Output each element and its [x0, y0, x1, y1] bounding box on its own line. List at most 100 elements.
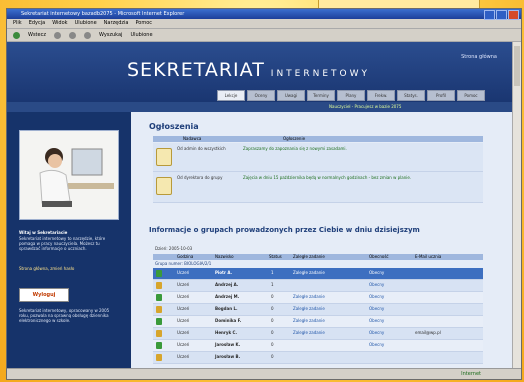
- student-presence: Obecny: [369, 342, 385, 347]
- vertical-scrollbar[interactable]: [512, 42, 521, 369]
- menu-file[interactable]: Plik: [13, 19, 22, 28]
- student-type: Uczeń: [177, 354, 190, 359]
- tab-plans[interactable]: Plany: [337, 90, 365, 101]
- groups-col-name: Nazwisko: [215, 254, 234, 259]
- left-links[interactable]: Strona główna, zmień hasło: [19, 266, 117, 271]
- forward-icon[interactable]: [53, 31, 61, 39]
- refresh-icon[interactable]: [68, 31, 76, 39]
- announcement-from: Od dyrektora do grupy: [177, 175, 223, 180]
- window-title: Sekretariat internetowy bazadb2075 - Mic…: [21, 11, 185, 17]
- scrollbar-thumb[interactable]: [514, 46, 520, 86]
- student-task: Zaległe zadanie: [293, 294, 325, 299]
- groups-date: Dzień: 2005-10-03: [155, 246, 193, 251]
- home-icon[interactable]: [83, 31, 91, 39]
- student-task: Zaległe zadanie: [293, 330, 325, 335]
- groups-col-task: Zaległe zadanie: [293, 254, 325, 259]
- menu-help[interactable]: Pomoc: [135, 19, 152, 28]
- student-row[interactable]: Uczeń Andrzej A. 1 Obecny: [153, 280, 483, 292]
- student-task: Zaległe zadanie: [293, 306, 325, 311]
- favorites-label[interactable]: Ulubione: [130, 29, 152, 41]
- student-presence: Obecny: [369, 282, 385, 287]
- tab-lessons[interactable]: Lekcje: [217, 90, 245, 101]
- groups-col-email: E-Mail ucznia: [415, 254, 442, 259]
- student-status: 0: [271, 342, 274, 347]
- student-task: Zaległe zadanie: [293, 270, 325, 275]
- announcements-title: Ogłoszenia: [149, 122, 199, 131]
- left-description: Sekretariat internetowy to narzędzie, kt…: [19, 236, 106, 251]
- menu-view[interactable]: Widok: [52, 19, 67, 28]
- student-name: Jarosław B.: [215, 354, 241, 359]
- announcement-row[interactable]: Od dyrektora do grupy Zajęcia w dniu 15 …: [153, 172, 483, 203]
- home-link[interactable]: Strona główna: [461, 54, 497, 60]
- student-icon: [156, 270, 162, 277]
- group-label: Grupa numer: BIOLOGIA/2/1: [155, 261, 212, 266]
- tab-notes[interactable]: Uwagi: [277, 90, 305, 101]
- groups-title: Informacje o grupach prowadzonych przez …: [149, 226, 420, 234]
- student-row[interactable]: Uczeń Bogdan L. 0 Zaległe zadanie Obecny: [153, 304, 483, 316]
- minimize-button[interactable]: [484, 10, 495, 20]
- student-status: 1: [271, 270, 274, 275]
- student-presence: Obecny: [369, 330, 385, 335]
- student-icon: [156, 306, 162, 313]
- student-status: 0: [271, 318, 274, 323]
- menu-favorites[interactable]: Ulubione: [75, 19, 97, 28]
- announcement-row[interactable]: Od admin do wszystkich Zapraszamy do zap…: [153, 143, 483, 172]
- session-info: Nauczyciel - Pracujesz w bazie 2075: [329, 104, 402, 109]
- back-label[interactable]: Wstecz: [28, 29, 46, 41]
- student-name: Piotr A.: [215, 270, 233, 275]
- title-bar: Sekretariat internetowy bazadb2075 - Mic…: [7, 9, 521, 20]
- logout-button[interactable]: Wyloguj: [19, 288, 69, 302]
- toolbar: Wstecz Wyszukaj Ulubione: [7, 29, 521, 42]
- groups-col-time: Godzina: [177, 254, 194, 259]
- note-icon: [156, 148, 172, 166]
- student-status: 1: [271, 282, 274, 287]
- teacher-photo: [19, 130, 119, 220]
- tab-dates[interactable]: Terminy: [307, 90, 335, 101]
- student-type: Uczeń: [177, 318, 190, 323]
- student-name: Andrzej A.: [215, 282, 239, 287]
- close-button[interactable]: [508, 10, 519, 20]
- site-title: SEKRETARIAT INTERNETOWY: [127, 59, 370, 81]
- maximize-button[interactable]: [496, 10, 507, 20]
- note-icon: [156, 177, 172, 195]
- announcements-header: Nadawca Ogłoszenie: [153, 136, 483, 142]
- menu-bar: Plik Edycja Widok Ulubione Narzędzia Pom…: [7, 19, 521, 29]
- announcement-text: Zajęcia w dniu 15 października będą w no…: [243, 175, 412, 180]
- student-row[interactable]: Uczeń Jarosław K. 0 Obecny: [153, 340, 483, 352]
- student-status: 0: [271, 294, 274, 299]
- student-row[interactable]: Uczeń Dominika F. 0 Zaległe zadanie Obecny: [153, 316, 483, 328]
- site-title-main: SEKRETARIAT: [127, 59, 265, 81]
- site-title-sub: INTERNETOWY: [270, 69, 371, 79]
- student-name: Henryk C.: [215, 330, 237, 335]
- left-footer: Sekretariat internetowy, opracowany w 20…: [19, 308, 110, 323]
- student-email[interactable]: email@wp.pl: [415, 330, 441, 336]
- page-viewport: SEKRETARIAT INTERNETOWY Strona główna Lek…: [7, 42, 513, 369]
- student-name: Dominika F.: [215, 318, 242, 323]
- student-row[interactable]: Uczeń Jarosław B. 0: [153, 352, 483, 364]
- student-row[interactable]: Uczeń Piotr A. 1 Zaległe zadanie Obecny: [153, 268, 483, 280]
- browser-window: Sekretariat internetowy bazadb2075 - Mic…: [6, 8, 522, 380]
- left-heading: Witaj w Sekretariacie: [19, 230, 68, 235]
- student-status: 0: [271, 330, 274, 335]
- student-name: Andrzej M.: [215, 294, 240, 299]
- student-row[interactable]: Uczeń Andrzej M. 0 Zaległe zadanie Obecny: [153, 292, 483, 304]
- announcements-col-text: Ogłoszenie: [283, 136, 306, 141]
- tab-help[interactable]: Pomoc: [457, 90, 485, 101]
- menu-tools[interactable]: Narzędzia: [104, 19, 129, 28]
- tab-profile[interactable]: Profil: [427, 90, 455, 101]
- student-icon: [156, 330, 162, 337]
- search-label[interactable]: Wyszukaj: [99, 29, 122, 41]
- student-status: 0: [271, 306, 274, 311]
- student-name: Bogdan L.: [215, 306, 238, 311]
- student-type: Uczeń: [177, 306, 190, 311]
- back-icon[interactable]: [13, 31, 20, 39]
- student-row[interactable]: Uczeń Henryk C. 0 Zaległe zadanie Obecny emai…: [153, 328, 483, 340]
- tab-attendance[interactable]: Frekw.: [367, 90, 395, 101]
- tab-stats[interactable]: Statys.: [397, 90, 425, 101]
- menu-edit[interactable]: Edycja: [29, 19, 46, 28]
- student-icon: [156, 342, 162, 349]
- student-type: Uczeń: [177, 294, 190, 299]
- groups-header: Godzina Nazwisko Status Zaległe zadanie …: [153, 254, 483, 260]
- student-icon: [156, 354, 162, 361]
- tab-grades[interactable]: Oceny: [247, 90, 275, 101]
